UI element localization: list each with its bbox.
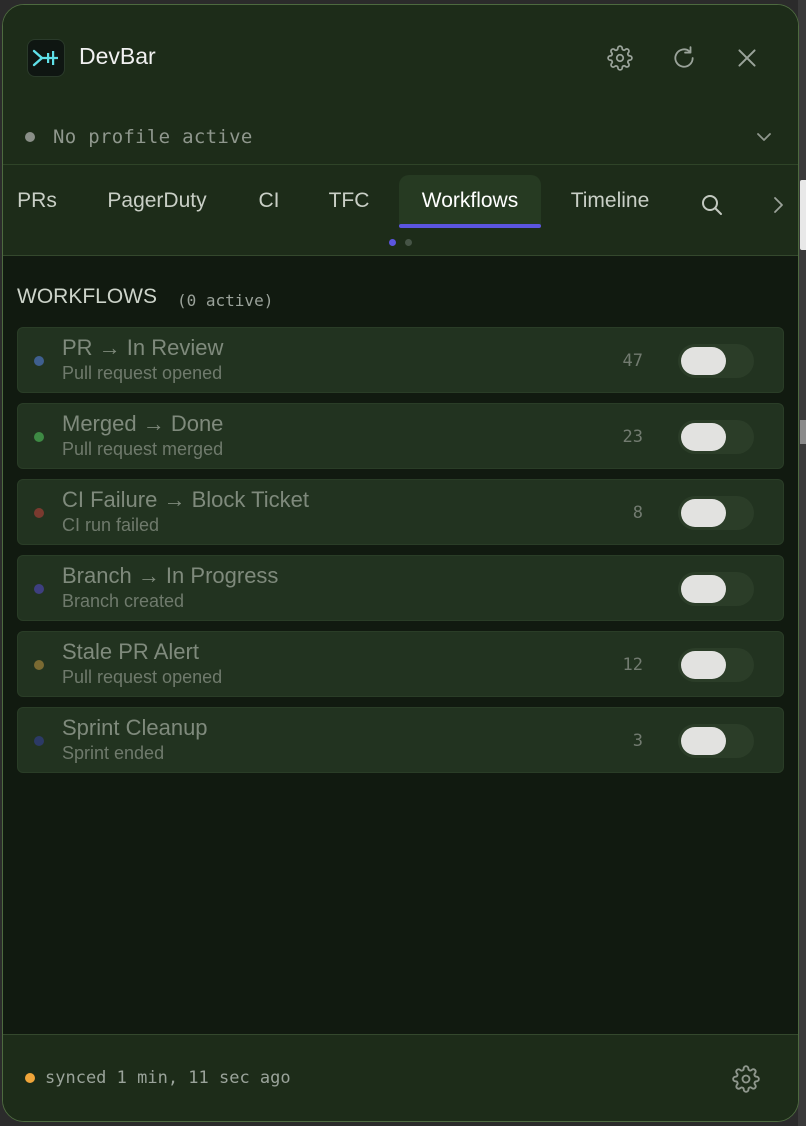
profile-status-dot — [25, 132, 35, 142]
toggle-knob — [681, 347, 726, 375]
tab-bar: PRs PagerDuty CI TFC Workflows Timeline — [3, 165, 798, 256]
gear-icon — [607, 45, 633, 71]
workflow-toggle[interactable] — [678, 420, 754, 454]
workflow-title: CI Failure → Block Ticket — [62, 487, 309, 512]
workflow-trigger: CI run failed — [62, 515, 160, 535]
workflow-title: Sprint Cleanup — [62, 715, 208, 740]
workflow-trigger: Sprint ended — [62, 743, 165, 763]
workflow-title: PR → In Review — [62, 335, 224, 360]
refresh-button[interactable] — [668, 42, 700, 74]
workflow-item[interactable]: Stale PR Alert Pull request opened 12 — [17, 631, 784, 697]
workflow-run-count: 23 — [622, 427, 643, 447]
close-button[interactable] — [731, 42, 763, 74]
chevron-down-icon — [757, 133, 771, 141]
workflow-title: Stale PR Alert — [62, 639, 199, 664]
tab-timeline[interactable]: Timeline — [561, 175, 659, 227]
workflow-item[interactable]: Sprint Cleanup Sprint ended 3 — [17, 707, 784, 773]
app-title: DevBar — [79, 43, 156, 69]
desktop-window-edge — [800, 180, 806, 250]
profile-status-text: No profile active — [53, 126, 253, 148]
toggle-knob — [681, 575, 726, 603]
workflow-item[interactable]: Merged → Done Pull request merged 23 — [17, 403, 784, 469]
gear-icon[interactable] — [732, 1065, 760, 1093]
desktop-background — [798, 0, 806, 1126]
workflow-trigger: Pull request merged — [62, 439, 224, 459]
workflow-status-dot — [34, 356, 44, 366]
toggle-knob — [681, 499, 726, 527]
workflow-status-dot — [34, 660, 44, 670]
search-icon[interactable] — [700, 193, 724, 217]
sync-status-dot — [25, 1073, 35, 1083]
active-tab-indicator — [399, 224, 541, 228]
workflow-status-dot — [34, 584, 44, 594]
toggle-knob — [681, 423, 726, 451]
tab-prs[interactable]: PRs — [7, 175, 67, 227]
footer: synced 1 min, 11 sec ago — [3, 1034, 798, 1121]
workflow-toggle[interactable] — [678, 344, 754, 378]
tab-ci[interactable]: CI — [249, 175, 289, 227]
tab-tfc[interactable]: TFC — [319, 175, 379, 227]
header: DevBar — [3, 5, 798, 108]
workflow-toggle[interactable] — [678, 648, 754, 682]
sync-status-text: synced 1 min, 11 sec ago — [45, 1068, 291, 1088]
settings-button[interactable] — [604, 42, 636, 74]
workflow-item[interactable]: CI Failure → Block Ticket CI run failed … — [17, 479, 784, 545]
workflow-run-count: 3 — [632, 731, 643, 751]
desktop-window-edge — [800, 420, 806, 444]
tab-pagerduty[interactable]: PagerDuty — [97, 175, 217, 227]
workflow-run-count: 8 — [632, 503, 643, 523]
toggle-knob — [681, 651, 726, 679]
workflow-status-dot — [34, 508, 44, 518]
workflow-toggle[interactable] — [678, 572, 754, 606]
toggle-knob — [681, 727, 726, 755]
workflow-run-count: 12 — [622, 655, 643, 675]
workflow-status-dot — [34, 432, 44, 442]
workflow-trigger: Branch created — [62, 591, 185, 611]
page-indicator-dot — [405, 239, 412, 246]
section-title: WORKFLOWS — [17, 285, 157, 308]
workflow-run-count: 47 — [622, 351, 643, 371]
page-indicator-dot — [389, 239, 396, 246]
workflow-status-dot — [34, 736, 44, 746]
close-icon — [738, 49, 756, 67]
tab-workflows[interactable]: Workflows — [399, 175, 541, 227]
section-active-count: (0 active) — [177, 291, 274, 310]
chevron-right-icon[interactable] — [769, 193, 787, 217]
workflow-trigger: Pull request opened — [62, 667, 223, 687]
workflow-trigger: Pull request opened — [62, 363, 223, 383]
workflow-list: PR → In Review Pull request opened 47 Me… — [17, 327, 784, 783]
workflow-item[interactable]: Branch → In Progress Branch created — [17, 555, 784, 621]
workflow-toggle[interactable] — [678, 724, 754, 758]
devbar-window: DevBar No profile active PRs PagerDuty C… — [2, 4, 799, 1122]
workflow-title: Merged → Done — [62, 411, 224, 436]
workflow-item[interactable]: PR → In Review Pull request opened 47 — [17, 327, 784, 393]
profile-selector[interactable]: No profile active — [3, 107, 798, 165]
app-logo-icon — [27, 39, 65, 77]
refresh-icon — [674, 46, 694, 68]
workflow-title: Branch → In Progress — [62, 563, 279, 588]
workflow-toggle[interactable] — [678, 496, 754, 530]
